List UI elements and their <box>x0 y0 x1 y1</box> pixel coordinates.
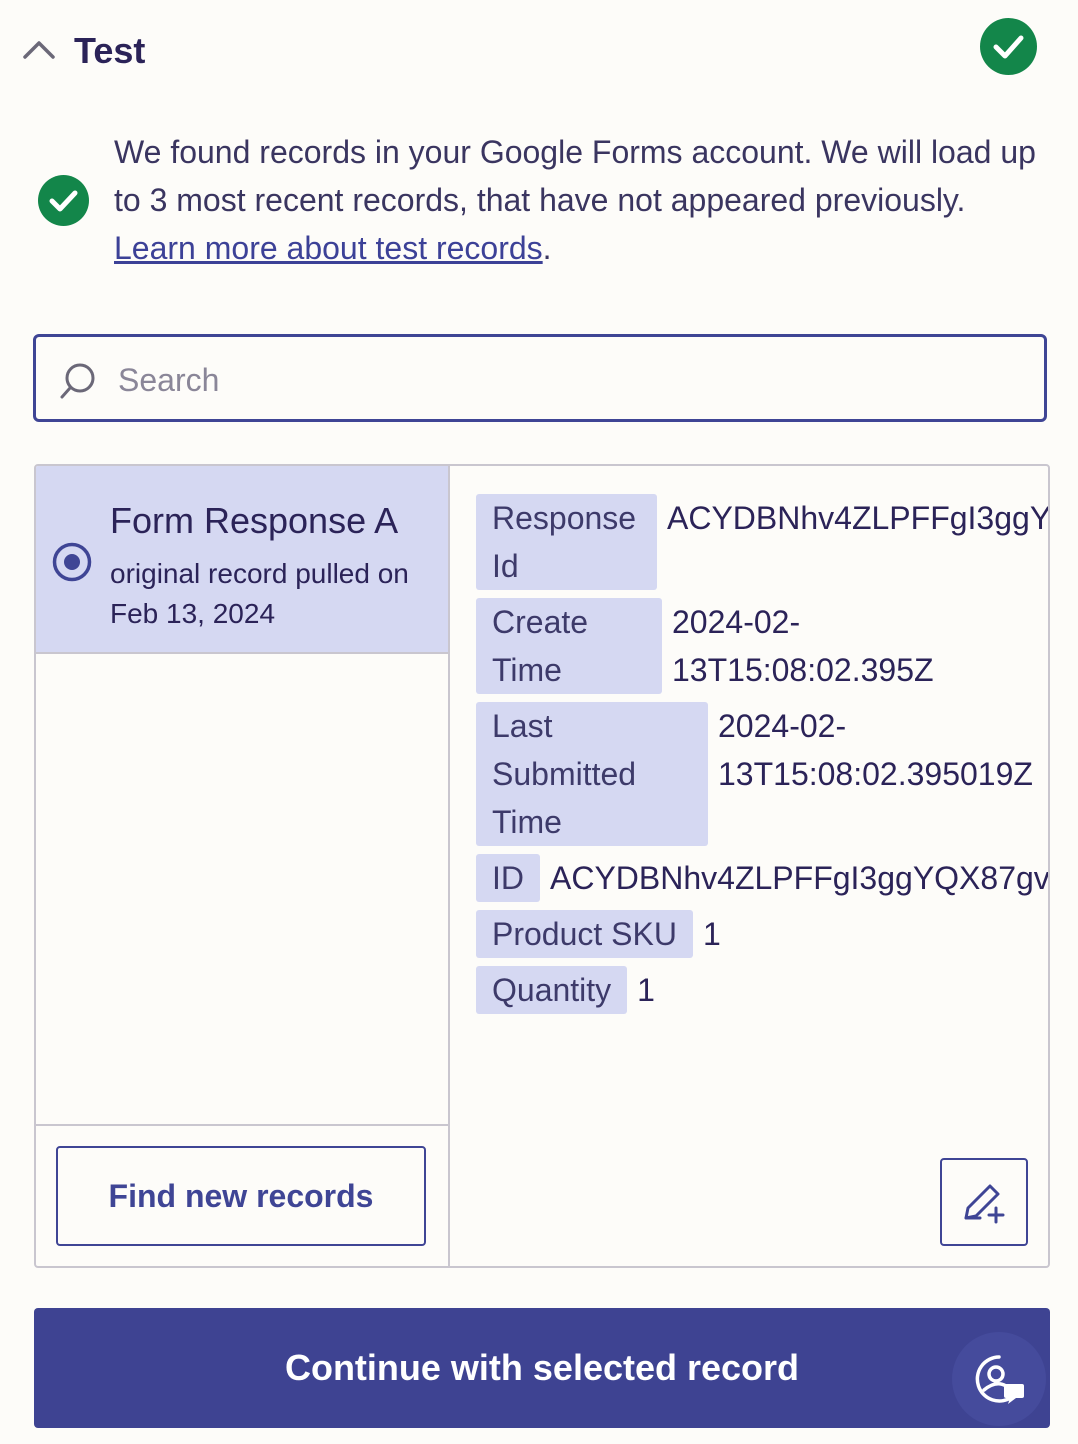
search-icon <box>60 363 95 399</box>
record-list-footer: Find new records <box>36 1124 448 1266</box>
field-value: 2024-02- 13T15:08:02.395019Z <box>718 708 1033 792</box>
edit-add-icon <box>964 1184 1005 1224</box>
record-subtitle: original record pulled on Feb 13, 2024 <box>110 558 409 629</box>
notice-text-end: . <box>542 230 552 266</box>
search-input[interactable] <box>116 355 1020 405</box>
field-product-sku: Product SKU 1 <box>476 910 721 958</box>
find-new-records-button[interactable]: Find new records <box>56 1146 426 1246</box>
test-section-header[interactable]: Test <box>0 0 1078 100</box>
radio-selected-icon[interactable] <box>52 542 92 582</box>
edit-record-button[interactable] <box>940 1158 1028 1246</box>
field-key: Last Submitted Time <box>476 702 708 846</box>
check-circle-icon <box>980 18 1037 75</box>
notice-text: We found records in your Google Forms ac… <box>114 134 1036 218</box>
field-value: 2024-02- 13T15:08:02.395Z <box>672 604 934 688</box>
field-create-time: Create Time 2024-02- 13T15:08:02.395Z <box>476 598 934 694</box>
learn-more-link[interactable]: Learn more about test records <box>114 230 543 266</box>
field-key: Response Id <box>476 494 657 590</box>
field-key: Quantity <box>476 966 628 1014</box>
field-key: Create Time <box>476 598 662 694</box>
field-id: ID ACYDBNhv4ZLPFFgI3ggYQX87gv <box>476 854 1050 902</box>
record-list: Form Response A original record pulled o… <box>36 466 450 1266</box>
records-panel: Form Response A original record pulled o… <box>34 464 1050 1268</box>
record-title: Form Response A <box>110 500 399 541</box>
support-chat-button[interactable] <box>952 1332 1046 1426</box>
field-value: 1 <box>702 916 721 952</box>
field-key: Product SKU <box>476 910 693 958</box>
search-box[interactable] <box>33 334 1047 422</box>
field-key: ID <box>476 854 540 902</box>
field-value: ACYDBNhv4ZLPFFgI3ggYQX87gv <box>550 860 1050 896</box>
field-value: 1 <box>637 972 655 1008</box>
field-response-id: Response Id ACYDBNhv4ZLPFFgI3ggYQX87gv <box>476 494 1050 590</box>
found-records-message: We found records in your Google Forms ac… <box>114 128 1054 272</box>
field-value: ACYDBNhv4ZLPFFgI3ggYQX87gv <box>667 500 1050 536</box>
record-details: Response Id ACYDBNhv4ZLPFFgI3ggYQX87gv C… <box>450 466 1050 1266</box>
support-chat-icon <box>975 1355 1024 1404</box>
field-quantity: Quantity 1 <box>476 966 655 1014</box>
section-title: Test <box>74 30 146 71</box>
record-item-form-response-a[interactable]: Form Response A original record pulled o… <box>36 466 448 654</box>
chevron-up-icon[interactable] <box>22 36 56 60</box>
check-circle-icon <box>38 175 89 226</box>
continue-with-selected-record-button[interactable]: Continue with selected record <box>34 1308 1050 1428</box>
field-last-submitted-time: Last Submitted Time 2024-02- 13T15:08:02… <box>476 702 1033 846</box>
